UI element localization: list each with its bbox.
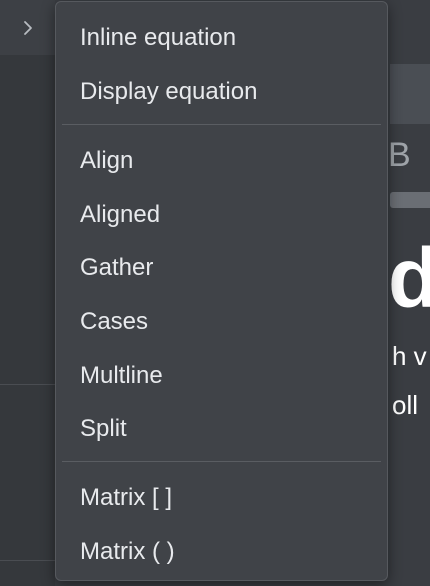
sidebar-divider <box>0 560 55 561</box>
menu-item-gather[interactable]: Gather <box>56 244 387 292</box>
menu-item-label: Align <box>80 147 134 174</box>
document-scrollbar[interactable] <box>390 192 430 208</box>
menu-separator <box>62 124 381 125</box>
menu-item-split[interactable]: Split <box>56 405 387 453</box>
sidebar-divider <box>0 384 55 385</box>
menu-item-label: Matrix [ ] <box>80 484 173 511</box>
menu-item-multline[interactable]: Multline <box>56 352 387 400</box>
app-window: B d h v oll Inline equation Display equa… <box>0 0 430 586</box>
menu-item-inline-equation[interactable]: Inline equation <box>56 14 387 62</box>
equation-insert-menu: Inline equation Display equation Align A… <box>55 1 388 581</box>
menu-item-aligned[interactable]: Aligned <box>56 191 387 239</box>
menu-item-label: Display equation <box>80 78 258 105</box>
menu-separator <box>62 461 381 462</box>
document-title-fragment: d <box>388 231 430 325</box>
document-heading-fragment: B <box>388 136 411 174</box>
document-text-line: oll <box>392 390 419 420</box>
menu-item-label: Matrix ( ) <box>80 538 175 565</box>
menu-item-matrix-parens[interactable]: Matrix ( ) <box>56 528 387 576</box>
menu-item-align[interactable]: Align <box>56 137 387 185</box>
menu-item-label: Cases <box>80 308 149 335</box>
menu-item-cases[interactable]: Cases <box>56 298 387 346</box>
document-text-line: h v <box>392 341 427 371</box>
sidebar-toggle-button[interactable] <box>0 0 55 55</box>
sidebar <box>0 0 55 586</box>
menu-item-label: Gather <box>80 254 154 281</box>
menu-item-label: Multline <box>80 362 163 389</box>
menu-item-label: Aligned <box>80 201 161 228</box>
chevron-right-icon <box>21 19 35 37</box>
menu-item-label: Split <box>80 415 127 442</box>
menu-item-label: Inline equation <box>80 24 237 51</box>
document-toolbar <box>390 64 430 124</box>
menu-item-display-equation[interactable]: Display equation <box>56 68 387 116</box>
menu-item-matrix-brackets[interactable]: Matrix [ ] <box>56 474 387 522</box>
